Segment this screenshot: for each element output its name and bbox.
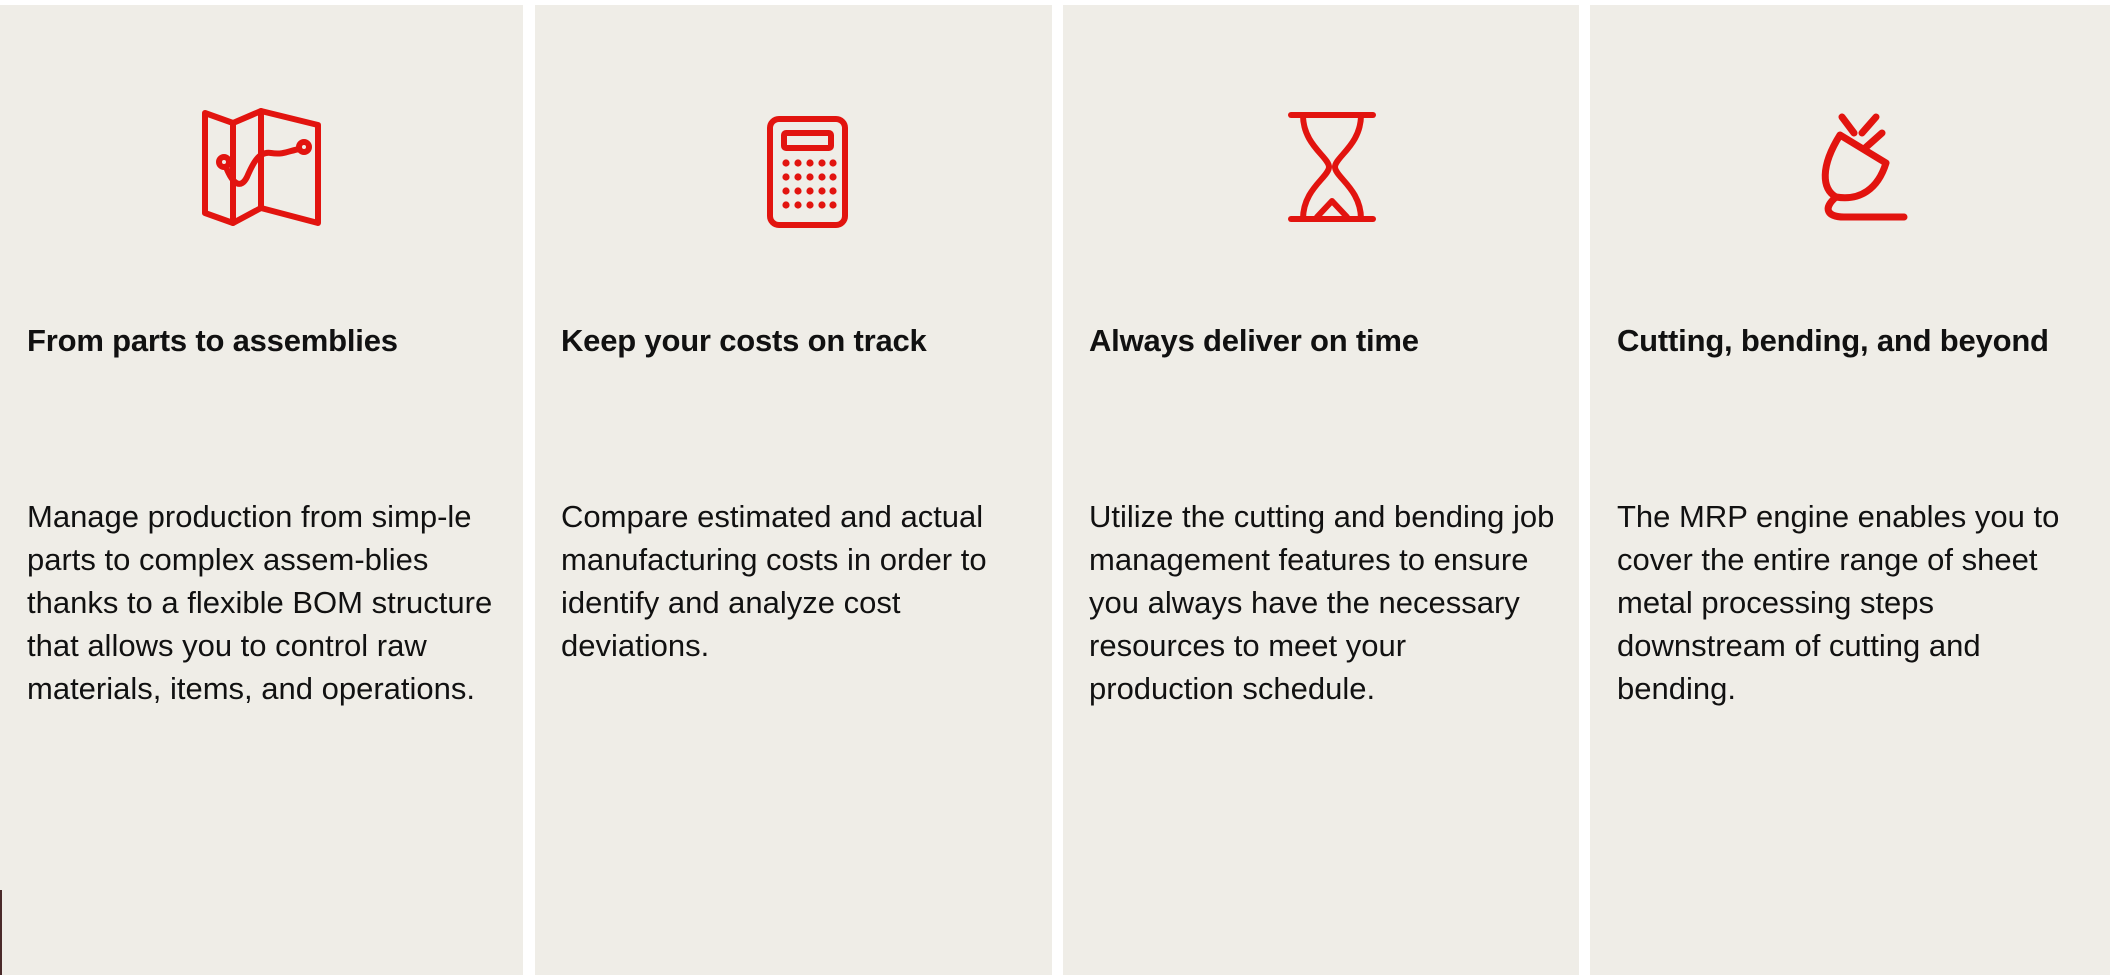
feature-card-costs: Keep your costs on track Compare estimat… xyxy=(535,5,1052,975)
feature-title: From parts to assemblies xyxy=(27,323,398,358)
edge-accent xyxy=(0,890,2,975)
feature-description: Compare estimated and actual manufacturi… xyxy=(561,499,987,663)
feature-title: Keep your costs on track xyxy=(561,323,927,358)
feature-card-delivery: Always deliver on time Utilize the cutti… xyxy=(1063,5,1579,975)
map-route-icon xyxy=(193,105,333,235)
feature-card-cutting-bending: Cutting, bending, and beyond The MRP eng… xyxy=(1590,5,2110,975)
feature-title: Always deliver on time xyxy=(1089,323,1419,358)
feature-title: Cutting, bending, and beyond xyxy=(1617,323,2049,358)
feature-description: Manage production from simp-le parts to … xyxy=(27,499,493,706)
calculator-icon xyxy=(750,105,890,235)
feature-card-parts-to-assemblies: From parts to assemblies Manage producti… xyxy=(0,5,523,975)
feature-description: Utilize the cutting and bending job mana… xyxy=(1089,499,1555,706)
hourglass-icon xyxy=(1273,105,1413,235)
features-grid: From parts to assemblies Manage producti… xyxy=(0,5,2110,975)
feature-description: The MRP engine enables you to cover the … xyxy=(1617,499,2060,706)
plug-icon xyxy=(1800,105,1940,235)
